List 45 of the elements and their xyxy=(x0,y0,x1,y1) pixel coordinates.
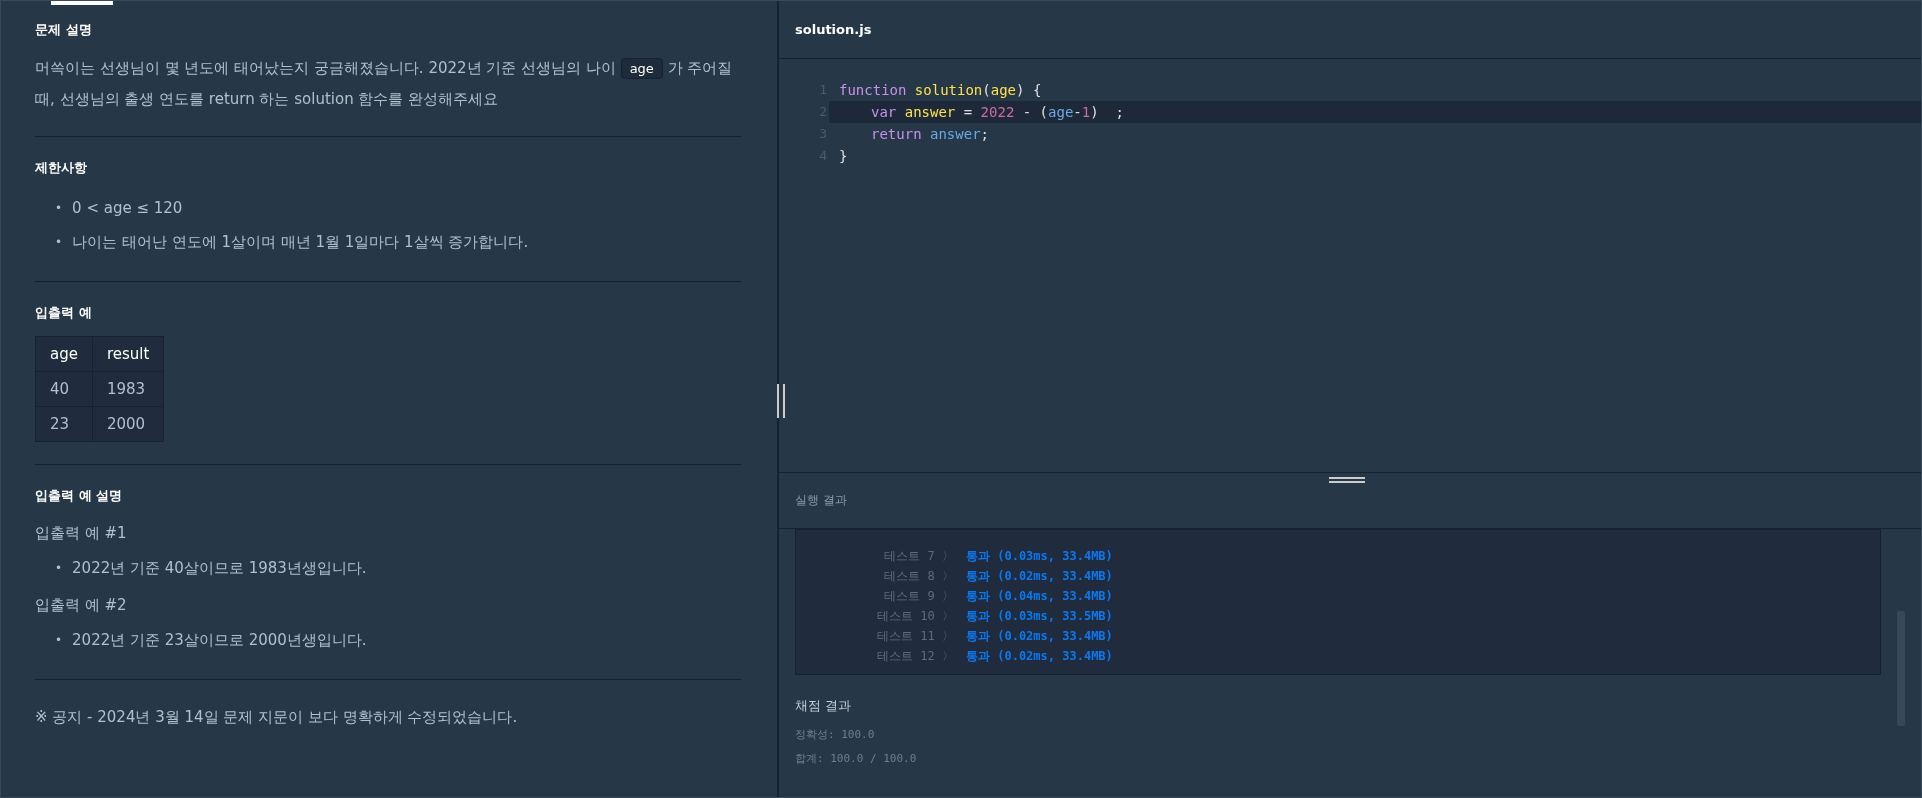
test-result: 통과 (0.02ms, 33.4MB) xyxy=(966,628,1113,645)
test-result: 통과 (0.03ms, 33.4MB) xyxy=(966,548,1113,565)
score-line: 합계: 100.0 / 100.0 xyxy=(795,751,918,767)
problem-description: 머쓱이는 선생님이 몇 년도에 태어났는지 궁금해졌습니다. 2022년 기준 선생님의 나이 age 가 주어질 때, 선생님의 출생 연도를 return 하는 solution 함수를 완성해주세요 xyxy=(35,57,734,110)
test-label: 테스트 9 〉 xyxy=(883,588,954,605)
score-line: 정확성: 100.0 xyxy=(795,727,876,743)
bullet: • xyxy=(55,632,63,648)
code-line: return answer; xyxy=(870,125,991,144)
score-heading: 채점 결과 xyxy=(795,697,853,715)
code-line: } xyxy=(838,147,849,166)
test-result: 통과 (0.03ms, 33.5MB) xyxy=(966,608,1113,625)
test-label: 테스트 11 〉 xyxy=(876,628,954,645)
example-explanation: 2022년 기준 40살이므로 1983년생입니다. xyxy=(72,558,367,578)
test-label: 테스트 12 〉 xyxy=(876,648,954,665)
table-cell: 40 xyxy=(35,371,93,407)
test-result: 통과 (0.02ms, 33.4MB) xyxy=(966,568,1113,585)
tab-indicator xyxy=(51,1,113,5)
file-tab[interactable]: solution.js xyxy=(795,22,872,37)
test-label: 테스트 8 〉 xyxy=(883,568,954,585)
test-label: 테스트 7 〉 xyxy=(883,548,954,565)
constraint-item: 나이는 태어난 연도에 1살이며 매년 1월 1일마다 1살씩 증가합니다. xyxy=(72,232,529,252)
section-heading: 입출력 예 설명 xyxy=(35,487,124,505)
section-heading: 제한사항 xyxy=(35,159,88,177)
constraint-item: 0 < age ≤ 120 xyxy=(72,198,183,218)
table-cell: 23 xyxy=(35,406,93,442)
section-heading: 입출력 예 xyxy=(35,304,93,322)
code-line: function solution(age) { xyxy=(838,81,1043,100)
test-result: 통과 (0.04ms, 33.4MB) xyxy=(966,588,1113,605)
test-label: 테스트 10 〉 xyxy=(876,608,954,625)
panel-title: 실행 결과 xyxy=(795,492,847,509)
bullet: • xyxy=(55,200,63,216)
example-explanation: 2022년 기준 23살이므로 2000년생입니다. xyxy=(72,630,367,650)
resize-handle[interactable] xyxy=(777,384,785,418)
example-label: 입출력 예 #2 xyxy=(35,595,128,616)
notice-text: ※ 공지 - 2024년 3월 14일 문제 지문이 보다 명확하게 수정되었습니다. xyxy=(35,707,519,728)
example-label: 입출력 예 #1 xyxy=(35,523,128,544)
bullet: • xyxy=(55,560,63,576)
section-heading: 문제 설명 xyxy=(35,21,93,39)
table-header-cell: result xyxy=(92,336,164,372)
table-cell: 1983 xyxy=(92,371,164,407)
test-result: 통과 (0.02ms, 33.4MB) xyxy=(966,648,1113,665)
bullet: • xyxy=(55,234,63,250)
table-cell: 2000 xyxy=(92,406,164,442)
resize-handle[interactable] xyxy=(1329,477,1365,483)
table-header-cell: age xyxy=(35,336,93,372)
